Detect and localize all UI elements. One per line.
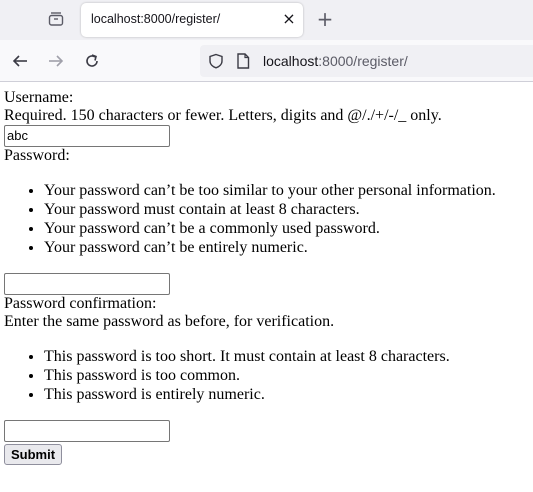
username-input[interactable] <box>4 125 170 147</box>
plus-icon[interactable]: + <box>314 8 336 30</box>
username-help-text: Required. 150 characters or fewer. Lette… <box>4 107 442 124</box>
tab-title: localhost:8000/register/ <box>91 12 221 26</box>
list-item: Your password can’t be a commonly used p… <box>44 219 529 238</box>
reload-icon[interactable] <box>81 50 103 72</box>
url-bar[interactable]: localhost:8000/register/ <box>200 45 533 77</box>
url-host: localhost <box>263 53 319 69</box>
list-item: This password is too common. <box>44 366 529 385</box>
password-confirmation-label: Password confirmation: <box>4 295 157 312</box>
username-label: Username: <box>4 89 74 106</box>
submit-button[interactable]: Submit <box>4 444 63 465</box>
list-item: This password is too short. It must cont… <box>44 347 529 366</box>
list-item: Your password can’t be entirely numeric. <box>44 238 529 257</box>
tab-bar: localhost:8000/register/ × + <box>0 0 533 40</box>
list-item: Your password can’t be too similar to yo… <box>44 181 529 200</box>
password-confirmation-input[interactable] <box>4 420 170 442</box>
list-item: Your password must contain at least 8 ch… <box>44 200 529 219</box>
back-arrow-icon[interactable] <box>9 50 31 72</box>
navigation-bar: localhost:8000/register/ <box>0 40 533 82</box>
password-input[interactable] <box>4 273 170 295</box>
close-icon[interactable]: × <box>280 10 298 28</box>
register-form: Username: Required. 150 characters or fe… <box>4 89 529 465</box>
page-icon[interactable] <box>235 53 251 69</box>
password-help-list: Your password can’t be too similar to yo… <box>4 181 529 257</box>
list-item: This password is entirely numeric. <box>44 385 529 404</box>
url-path: :8000/register/ <box>318 53 408 69</box>
forward-arrow-icon[interactable] <box>45 50 67 72</box>
url-text[interactable]: localhost:8000/register/ <box>263 53 408 69</box>
shield-icon[interactable] <box>208 53 224 69</box>
password-error-list: This password is too short. It must cont… <box>4 347 529 404</box>
password-label: Password: <box>4 147 70 164</box>
password-confirmation-help-text: Enter the same password as before, for v… <box>4 313 335 330</box>
active-tab[interactable]: localhost:8000/register/ × <box>81 3 303 37</box>
tab-overview-icon[interactable] <box>45 9 67 29</box>
